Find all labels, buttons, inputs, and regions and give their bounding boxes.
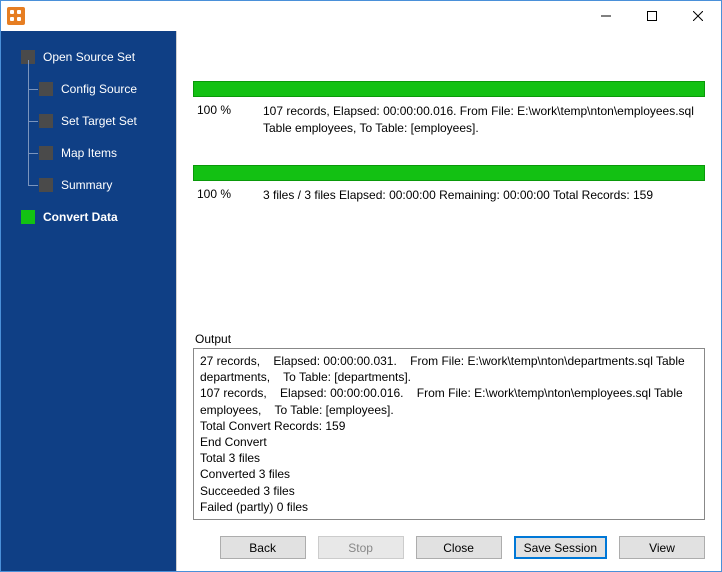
spacer — [177, 241, 721, 332]
overall-detail: 3 files / 3 files Elapsed: 00:00:00 Rema… — [263, 187, 705, 204]
step-icon — [39, 146, 53, 160]
sidebar-item-label: Map Items — [61, 146, 117, 160]
overall-progress-bar — [193, 165, 705, 181]
overall-percent: 100 % — [193, 187, 263, 201]
body: Open Source Set Config Source Set Target… — [1, 31, 721, 571]
output-label: Output — [177, 332, 721, 346]
sidebar-item-convert-data[interactable]: Convert Data — [21, 203, 176, 231]
step-icon — [39, 114, 53, 128]
sidebar-item-map-items[interactable]: Map Items — [39, 139, 176, 167]
task-detail: 107 records, Elapsed: 00:00:00.016. From… — [263, 103, 705, 137]
sidebar-item-label: Config Source — [61, 82, 137, 96]
task-progress-bar — [193, 81, 705, 97]
sidebar-item-label: Convert Data — [43, 210, 118, 224]
sidebar-item-summary[interactable]: Summary — [39, 171, 176, 199]
window-controls — [583, 1, 721, 31]
sidebar-item-label: Open Source Set — [43, 50, 135, 64]
task-progress-row: 100 % 107 records, Elapsed: 00:00:00.016… — [193, 103, 705, 137]
maximize-button[interactable] — [629, 1, 675, 31]
progress-area: 100 % 107 records, Elapsed: 00:00:00.016… — [177, 31, 721, 241]
task-percent: 100 % — [193, 103, 263, 117]
close-window-button[interactable] — [675, 1, 721, 31]
sidebar-item-label: Summary — [61, 178, 112, 192]
minimize-button[interactable] — [583, 1, 629, 31]
sidebar-item-label: Set Target Set — [61, 114, 137, 128]
close-button[interactable]: Close — [416, 536, 502, 559]
view-button[interactable]: View — [619, 536, 705, 559]
sidebar-item-config-source[interactable]: Config Source — [39, 75, 176, 103]
step-icon — [39, 178, 53, 192]
wizard-sidebar: Open Source Set Config Source Set Target… — [1, 31, 176, 571]
output-textarea[interactable]: 27 records, Elapsed: 00:00:00.031. From … — [193, 348, 705, 520]
back-button[interactable]: Back — [220, 536, 306, 559]
main-panel: 100 % 107 records, Elapsed: 00:00:00.016… — [176, 31, 721, 571]
overall-progress-row: 100 % 3 files / 3 files Elapsed: 00:00:0… — [193, 187, 705, 204]
sidebar-item-open-source-set[interactable]: Open Source Set — [21, 43, 176, 71]
app-icon — [7, 7, 25, 25]
button-bar: Back Stop Close Save Session View — [177, 528, 721, 571]
stop-button: Stop — [318, 536, 404, 559]
app-window: Open Source Set Config Source Set Target… — [0, 0, 722, 572]
save-session-button[interactable]: Save Session — [514, 536, 607, 559]
sidebar-item-set-target-set[interactable]: Set Target Set — [39, 107, 176, 135]
step-icon — [21, 210, 35, 224]
titlebar — [1, 1, 721, 31]
step-icon — [39, 82, 53, 96]
